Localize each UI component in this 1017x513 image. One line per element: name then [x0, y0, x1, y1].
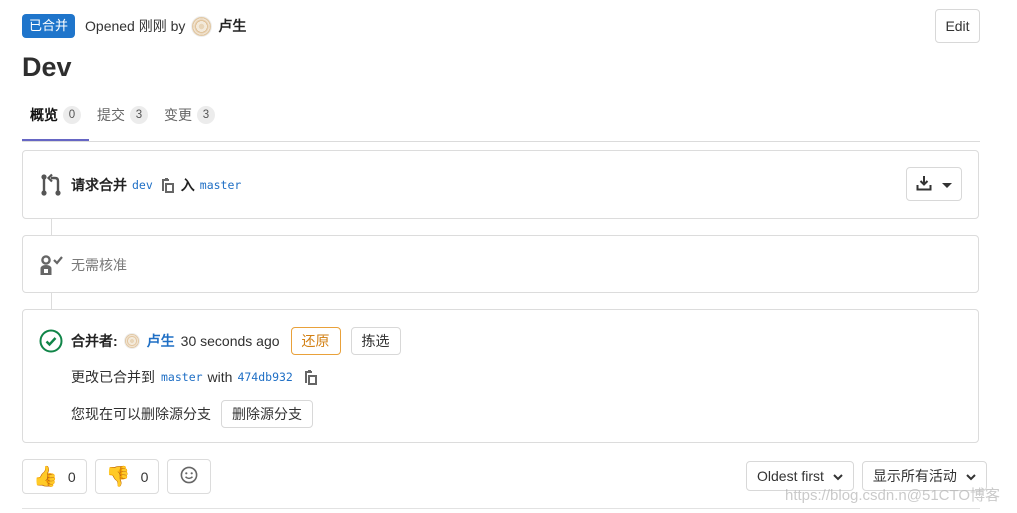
opened-time: 刚刚: [138, 18, 167, 34]
tab-changes[interactable]: 变更 3: [156, 100, 223, 130]
merge-request-icon: [39, 173, 63, 197]
download-icon: [916, 175, 932, 194]
tab-count: 3: [197, 106, 215, 124]
approval-widget: 无需核准: [22, 235, 979, 293]
commit-sha-link[interactable]: 474db932: [237, 370, 292, 384]
source-branch-link[interactable]: dev: [132, 178, 153, 192]
sort-label: Oldest first: [757, 468, 824, 484]
thumbs-up-icon: 👍: [33, 465, 58, 488]
thumbs-down-button[interactable]: 👎 0: [94, 459, 160, 494]
copy-branch-icon[interactable]: [159, 177, 175, 193]
opened-prefix: Opened: [85, 18, 135, 34]
by-label: by: [170, 18, 186, 34]
status-badge: 已合并: [22, 14, 76, 38]
smiley-icon: [180, 466, 198, 487]
timeline-connector: [51, 219, 52, 235]
watermark: https://blog.csdn.n@51CTO博客: [785, 487, 1001, 504]
author-name[interactable]: 卢生: [218, 16, 246, 36]
thumbs-up-count: 0: [67, 468, 76, 485]
opened-info: Opened 刚刚 by 卢生: [85, 15, 246, 37]
copy-sha-icon[interactable]: [302, 369, 318, 385]
mr-header: 已合并 Opened 刚刚 by 卢生: [22, 14, 246, 38]
merged-time: 30 seconds ago: [180, 333, 280, 349]
tab-overview[interactable]: 概览 0: [22, 100, 89, 141]
delete-source-branch-button[interactable]: 删除源分支: [221, 400, 313, 428]
edit-button[interactable]: Edit: [935, 9, 980, 43]
tab-commits[interactable]: 提交 3: [89, 100, 156, 130]
merged-widget: 合并者: 卢生 30 seconds ago 还原 拣选 更改已合并到 mast…: [22, 309, 979, 443]
delete-branch-hint: 您现在可以删除源分支: [71, 406, 211, 422]
cherry-pick-button[interactable]: 拣选: [350, 327, 401, 355]
revert-button[interactable]: 还原: [290, 327, 341, 355]
target-branch-link[interactable]: master: [200, 178, 242, 192]
page-title: Dev: [22, 52, 72, 82]
divider: [22, 508, 980, 509]
merge-request-widget: 请求合并 dev 入 master: [22, 150, 979, 219]
into-label: 入: [180, 177, 195, 193]
merger-name[interactable]: 卢生: [147, 331, 175, 351]
thumbs-down-count: 0: [140, 468, 149, 485]
tab-label: 概览: [30, 107, 58, 123]
author-avatar[interactable]: [191, 15, 213, 37]
with-label: with: [207, 369, 233, 385]
thumbs-up-button[interactable]: 👍 0: [22, 459, 87, 494]
merged-by-label: 合并者:: [71, 333, 118, 349]
merge-request-label: 请求合并: [71, 177, 127, 193]
merged-target-branch-link[interactable]: master: [161, 370, 203, 384]
success-check-icon: [39, 329, 63, 353]
add-reaction-button[interactable]: [167, 459, 212, 494]
caret-down-icon: [942, 176, 952, 192]
merger-avatar[interactable]: [123, 333, 140, 349]
merged-into-text: 更改已合并到: [71, 369, 155, 385]
timeline-connector: [51, 293, 52, 309]
tab-count: 3: [130, 106, 148, 124]
chevron-down-icon: [966, 468, 976, 484]
approval-text: 无需核准: [71, 257, 127, 273]
thumbs-down-icon: 👎: [105, 465, 131, 488]
download-dropdown-button[interactable]: [906, 167, 962, 201]
chevron-down-icon: [833, 468, 843, 484]
filter-label: 显示所有活动: [872, 468, 957, 484]
mr-tabs: 概览 0 提交 3 变更 3: [22, 100, 980, 142]
tab-count: 0: [63, 106, 81, 124]
award-emoji-bar: 👍 0 👎 0: [22, 459, 212, 494]
tab-label: 提交: [97, 107, 125, 123]
approval-icon: [39, 254, 65, 276]
tab-label: 变更: [164, 107, 192, 123]
